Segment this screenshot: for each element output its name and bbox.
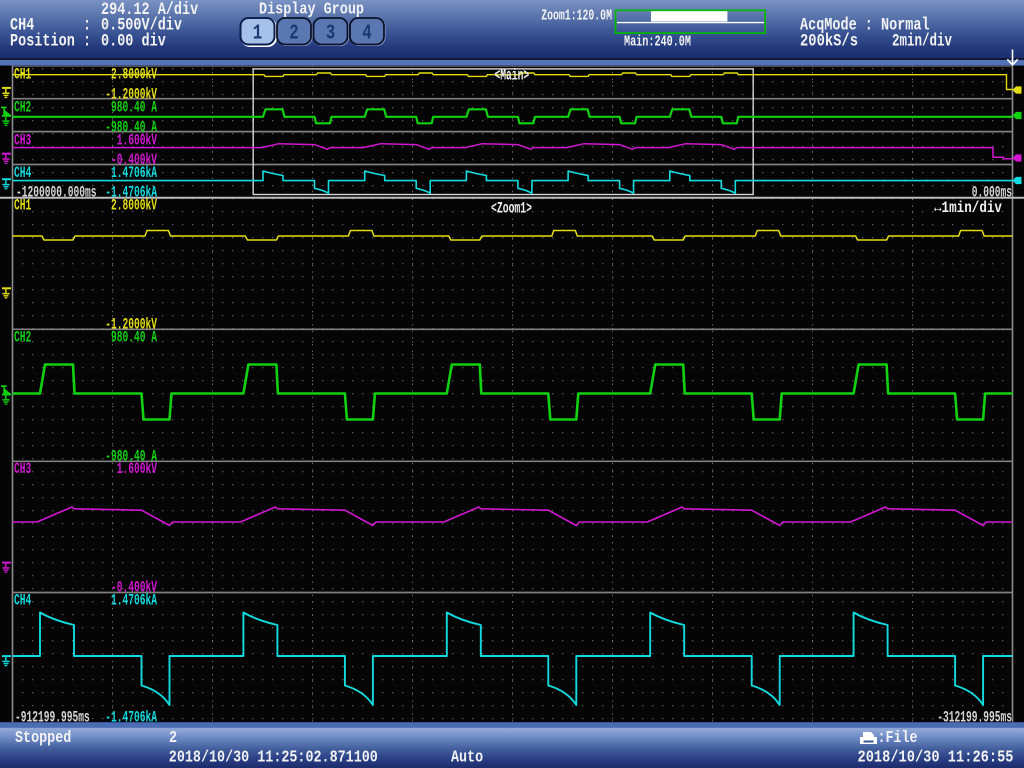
- svg-text::: :: [83, 31, 91, 51]
- svg-text:-912199.995ms: -912199.995ms: [15, 709, 90, 727]
- svg-text:CH3: CH3: [14, 460, 31, 478]
- svg-text:980.40 A: 980.40 A: [111, 329, 158, 347]
- svg-text:<Zoom1>: <Zoom1>: [491, 199, 532, 217]
- svg-text:CH4: CH4: [14, 591, 31, 609]
- svg-text:980.40 A: 980.40 A: [111, 99, 158, 117]
- svg-text:200kS/s: 200kS/s: [800, 31, 858, 51]
- svg-text:CH1: CH1: [14, 197, 31, 215]
- svg-text:CH1: CH1: [14, 65, 31, 83]
- svg-text::File: :File: [878, 729, 918, 748]
- svg-text:2: 2: [289, 23, 299, 46]
- svg-text:2.8000kV: 2.8000kV: [111, 65, 158, 83]
- svg-text:2018/10/30 11:26:55: 2018/10/30 11:26:55: [858, 749, 1014, 768]
- svg-text:Auto: Auto: [451, 749, 483, 768]
- svg-text:<Main>: <Main>: [495, 67, 530, 85]
- svg-text:CH3: CH3: [14, 131, 31, 149]
- svg-text:1: 1: [253, 23, 263, 46]
- svg-text:0.00 div: 0.00 div: [101, 31, 166, 51]
- svg-text:1.4706kA: 1.4706kA: [111, 164, 158, 182]
- svg-text:-312199.995ms: -312199.995ms: [937, 709, 1012, 727]
- svg-text:-1.4706kA: -1.4706kA: [105, 709, 157, 727]
- svg-text:CH2: CH2: [14, 99, 31, 117]
- svg-text:Main:240.0M: Main:240.0M: [624, 33, 691, 50]
- svg-text:1.4706kA: 1.4706kA: [111, 591, 158, 609]
- svg-text:Stopped: Stopped: [15, 729, 71, 748]
- svg-text:CH4: CH4: [14, 164, 31, 182]
- svg-text:Display Group: Display Group: [259, 0, 364, 19]
- svg-text:CH2: CH2: [14, 329, 31, 347]
- svg-text:2: 2: [169, 729, 177, 748]
- svg-text:Zoom1:120.0M: Zoom1:120.0M: [541, 8, 612, 25]
- svg-text:↔1min/div: ↔1min/div: [934, 199, 1003, 217]
- svg-text:2018/10/30 11:25:02.871100: 2018/10/30 11:25:02.871100: [169, 749, 378, 768]
- svg-text:2.8000kV: 2.8000kV: [111, 197, 158, 215]
- svg-text:Position: Position: [10, 31, 75, 51]
- svg-text:1.600kV: 1.600kV: [117, 460, 158, 478]
- svg-text:2min/div: 2min/div: [892, 31, 952, 51]
- svg-text:1.600kV: 1.600kV: [117, 131, 158, 149]
- svg-text:3: 3: [326, 23, 336, 46]
- svg-text:4: 4: [362, 23, 372, 46]
